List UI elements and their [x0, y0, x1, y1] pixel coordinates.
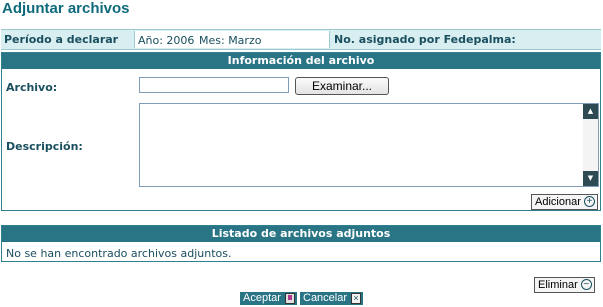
- accept-icon: [284, 293, 295, 304]
- minus-circle-icon: −: [580, 279, 592, 290]
- page-title: Adjuntar archivos: [2, 0, 130, 17]
- accept-button[interactable]: Aceptar: [240, 292, 297, 305]
- plus-circle-icon: +: [583, 196, 595, 207]
- scroll-down-arrow-icon[interactable]: ▼: [583, 171, 598, 186]
- attachments-list-header: Listado de archivos adjuntos: [2, 226, 600, 242]
- cancel-button[interactable]: Cancelar ×: [300, 292, 364, 305]
- add-button-label: Adicionar: [535, 196, 581, 208]
- file-info-panel: Información del archivo Archivo: Examina…: [1, 52, 601, 211]
- close-icon: ×: [351, 293, 362, 304]
- assigned-number-label: No. asignado por Fedepalma:: [334, 33, 516, 46]
- delete-button[interactable]: Eliminar −: [534, 277, 595, 293]
- file-info-header: Información del archivo: [2, 53, 600, 69]
- file-path-input[interactable]: [139, 77, 289, 93]
- delete-button-label: Eliminar: [538, 279, 578, 291]
- period-value-cell: Año: 2006 Mes: Marzo: [134, 31, 330, 48]
- period-month: Mes: Marzo: [199, 34, 262, 47]
- accept-button-label: Aceptar: [243, 292, 281, 304]
- period-label: Período a declarar: [4, 33, 119, 46]
- scroll-up-arrow-icon[interactable]: ▲: [583, 104, 598, 119]
- period-bar: Período a declarar Año: 2006 Mes: Marzo …: [1, 29, 601, 50]
- add-button[interactable]: Adicionar +: [531, 194, 598, 210]
- description-scrollbar[interactable]: ▲ ▼: [583, 104, 598, 186]
- attachments-empty-message: No se han encontrado archivos adjuntos.: [6, 247, 232, 260]
- period-year: Año: 2006: [138, 34, 195, 47]
- description-label: Descripción:: [6, 140, 83, 153]
- attachments-list-panel: Listado de archivos adjuntos No se han e…: [1, 225, 601, 262]
- browse-button[interactable]: Examinar...: [295, 77, 389, 95]
- description-textarea[interactable]: ▲ ▼: [139, 103, 599, 187]
- cancel-button-label: Cancelar: [303, 292, 348, 304]
- file-label: Archivo:: [6, 81, 58, 94]
